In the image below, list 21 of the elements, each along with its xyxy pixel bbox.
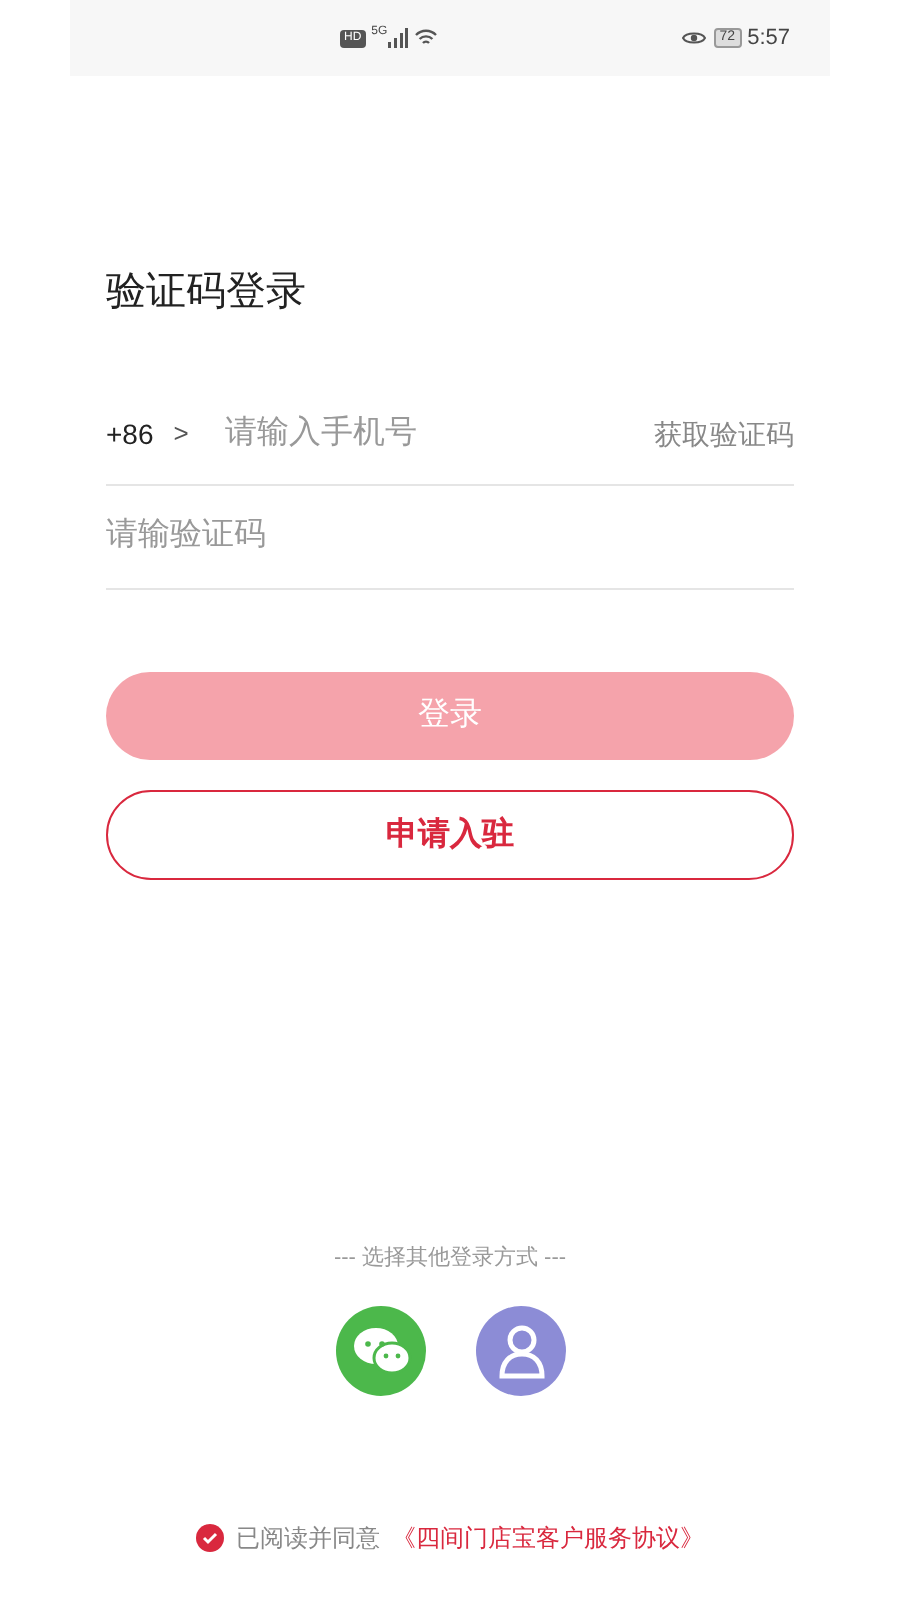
account-login-button[interactable]: [476, 1306, 566, 1396]
code-input[interactable]: 请输验证码: [106, 510, 794, 562]
other-login-label: --- 选择其他登录方式 ---: [333, 1243, 567, 1273]
phone-field[interactable]: +86 > 请输入手机号 获取验证码: [106, 404, 794, 464]
signal-icon: [387, 28, 408, 48]
chat-bubbles-icon: [351, 1325, 411, 1377]
agreement-text: 已阅读并同意: [236, 1522, 380, 1556]
country-code[interactable]: +86: [106, 413, 154, 455]
agree-checkbox[interactable]: [196, 1524, 224, 1552]
get-code-link[interactable]: 获取验证码: [654, 413, 794, 455]
chevron-icon: >: [173, 414, 189, 454]
page-title: 验证码登录: [106, 268, 306, 318]
user-icon: [497, 1323, 545, 1379]
wechat-login-button[interactable]: [336, 1306, 426, 1396]
eye-icon: [681, 30, 706, 46]
clock-time: 5:57: [747, 23, 790, 54]
wifi-icon: [413, 28, 438, 48]
check-icon: [202, 1530, 218, 1546]
agreement-link[interactable]: 《四间门店宝客户服务协议》: [392, 1520, 704, 1556]
apply-button[interactable]: 申请入驻: [106, 790, 794, 880]
phone-input[interactable]: 请输入手机号: [224, 410, 585, 458]
